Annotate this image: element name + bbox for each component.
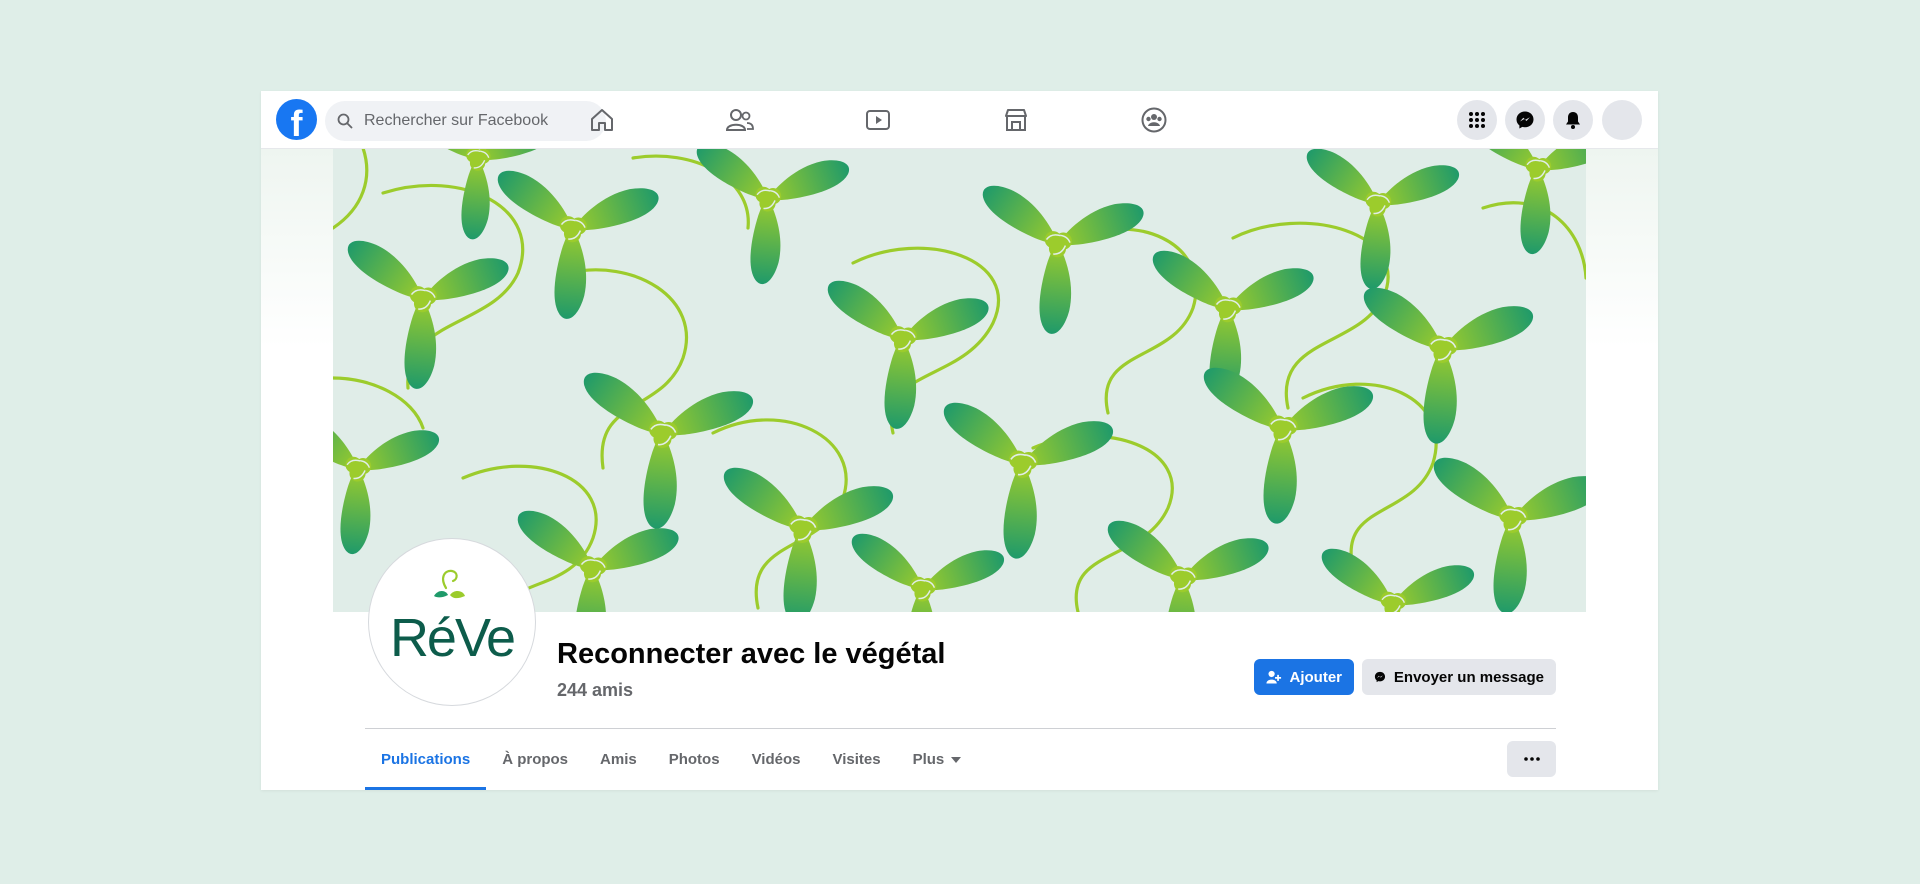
facebook-logo-icon[interactable]: f: [276, 99, 317, 140]
friends-icon[interactable]: [723, 103, 757, 137]
profile-picture[interactable]: RéVe: [368, 538, 536, 706]
messenger-icon: [1374, 671, 1386, 683]
profile-tabs: Publications À propos Amis Photos Vidéos…: [365, 729, 977, 790]
page-title: Reconnecter avec le végétal: [557, 638, 946, 670]
tab-more[interactable]: Plus: [897, 729, 978, 790]
home-icon[interactable]: [585, 103, 619, 137]
tab-friends[interactable]: Amis: [584, 729, 653, 790]
tab-publications[interactable]: Publications: [365, 729, 487, 790]
friends-count[interactable]: 244 amis: [557, 680, 633, 701]
tab-label: Vidéos: [751, 751, 801, 768]
reve-logo: RéVe: [390, 569, 516, 668]
tab-visits[interactable]: Visites: [816, 729, 896, 790]
tab-label: Visites: [832, 751, 881, 768]
add-friend-button[interactable]: Ajouter: [1254, 659, 1354, 695]
caret-down-icon: [951, 756, 962, 763]
more-options-button[interactable]: [1507, 741, 1556, 777]
tab-about[interactable]: À propos: [486, 729, 584, 790]
tab-label: Amis: [600, 751, 637, 768]
svg-text:RéVe: RéVe: [390, 608, 514, 668]
search-box[interactable]: [325, 101, 606, 141]
menu-grid-icon[interactable]: [1457, 100, 1497, 140]
account-avatar[interactable]: [1602, 100, 1642, 140]
facebook-window: f Rechercher sur Facebook RéVe Reconnect…: [261, 91, 1658, 790]
add-friend-label: Ajouter: [1289, 668, 1343, 686]
search-icon: [337, 113, 353, 129]
tab-label: À propos: [502, 751, 569, 768]
tab-label: Photos: [668, 751, 720, 768]
cover-photo[interactable]: [333, 148, 1586, 612]
tab-photos[interactable]: Photos: [653, 729, 736, 790]
notifications-icon[interactable]: [1553, 100, 1593, 140]
add-friend-icon: [1266, 670, 1282, 684]
top-nav-bar: f: [261, 91, 1658, 149]
tab-videos[interactable]: Vidéos: [736, 729, 817, 790]
watch-icon[interactable]: [861, 103, 895, 137]
send-message-label: Envoyer un message: [1393, 668, 1544, 686]
ellipsis-icon: [1523, 757, 1540, 761]
tab-label: Plus: [912, 751, 945, 768]
search-input[interactable]: [362, 111, 586, 131]
tab-label: Publications: [381, 751, 471, 768]
marketplace-icon[interactable]: [999, 103, 1033, 137]
messenger-icon[interactable]: [1505, 100, 1545, 140]
maple-seed-pattern: [333, 148, 1586, 612]
groups-icon[interactable]: [1137, 103, 1171, 137]
send-message-button[interactable]: Envoyer un message: [1362, 659, 1556, 695]
